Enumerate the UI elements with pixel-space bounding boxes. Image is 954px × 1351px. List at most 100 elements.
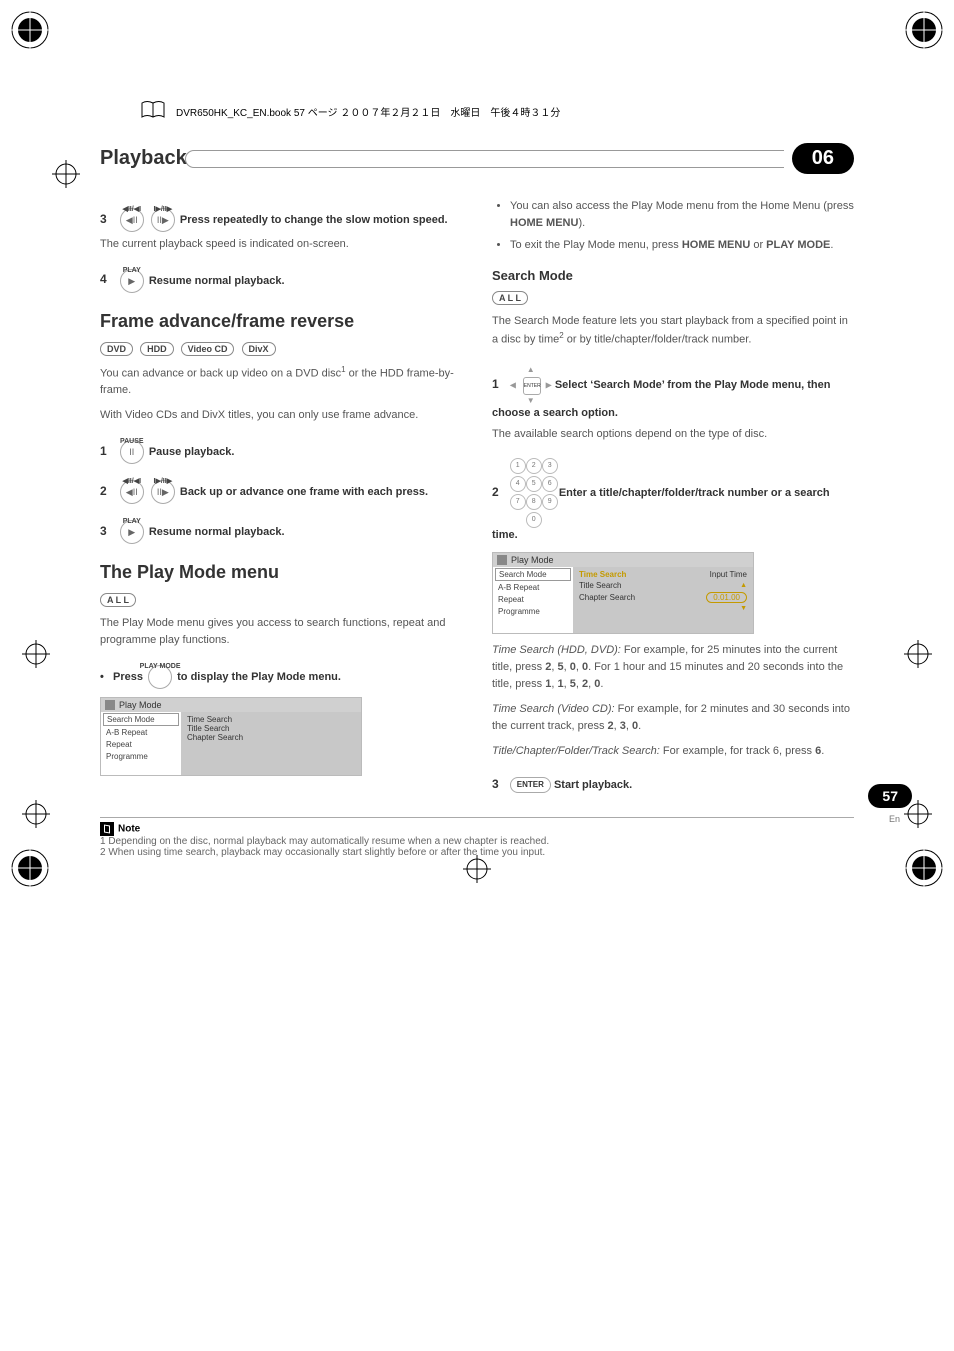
registration-mark-icon xyxy=(22,800,50,828)
book-icon xyxy=(140,100,166,123)
search-step-2: 2 123 456 789 0 Enter a title/chapter/fo… xyxy=(492,458,854,543)
play-mode-press: • Press PLAY MODE to display the Play Mo… xyxy=(100,665,462,689)
enter-button-icon: ENTER xyxy=(510,777,551,792)
step-number: 1 xyxy=(492,377,499,391)
step-text: Back up or advance one frame with each p… xyxy=(180,486,428,498)
step-3-slow: 3 ◀II/◀I ◀II I▶/II▶ II▶ Press repeatedly… xyxy=(100,208,462,232)
step-number: 2 xyxy=(100,484,107,498)
media-pill-videocd: Video CD xyxy=(181,342,235,356)
registration-mark-icon xyxy=(22,640,50,668)
step-number: 2 xyxy=(492,485,499,499)
menu-item-programme: Programme xyxy=(495,606,571,617)
menu-item-search-mode: Search Mode xyxy=(495,568,571,581)
heading-frame-advance: Frame advance/frame reverse xyxy=(100,311,462,332)
search-mode-menu-screenshot: Play Mode Search Mode A-B Repeat Repeat … xyxy=(492,552,754,634)
registration-mark-icon xyxy=(463,855,491,883)
step-text: Resume normal playback. xyxy=(149,526,285,538)
play-button-icon: PLAY ▶ xyxy=(120,520,144,544)
frame-reverse-button-icon: ◀II/◀I ◀II xyxy=(120,480,144,504)
notes: Note 1 Depending on the disc, normal pla… xyxy=(100,822,854,858)
example-track-search: Title/Chapter/Folder/Track Search: For e… xyxy=(492,743,854,760)
search-step-3: 3 ENTER Start playback. xyxy=(492,776,854,793)
section-title: Playback xyxy=(100,147,187,170)
left-column: 3 ◀II/◀I ◀II I▶/II▶ II▶ Press repeatedly… xyxy=(100,192,462,797)
page-language: En xyxy=(889,814,900,824)
step-4-play: 4 PLAY ▶ Resume normal playback. xyxy=(100,269,462,293)
submenu-time-search: Time Search xyxy=(187,715,355,724)
number-pad-icon: 123 456 789 0 xyxy=(510,458,556,528)
printer-mark-icon xyxy=(10,10,50,50)
submenu-chapter-search: Chapter Search xyxy=(187,733,355,742)
step-number: 3 xyxy=(100,212,107,226)
media-pill-divx: DivX xyxy=(242,342,276,356)
step-text: Pause playback. xyxy=(149,446,235,458)
title-divider xyxy=(199,150,784,168)
search-mode-paragraph: The Search Mode feature lets you start p… xyxy=(492,313,854,349)
ui-header: Play Mode xyxy=(101,698,361,712)
submenu-time-search-active: Time Search xyxy=(579,570,626,579)
registration-mark-icon xyxy=(904,640,932,668)
arrow-up-icon xyxy=(740,582,747,589)
note-1: 1 Depending on the disc, normal playback… xyxy=(100,836,854,847)
frame-advance-button-icon: I▶/II▶ II▶ xyxy=(151,480,175,504)
play-mode-button-icon: PLAY MODE xyxy=(148,665,172,689)
ui-header: Play Mode xyxy=(493,553,753,567)
frame-step-1: 1 PAUSE II Pause playback. xyxy=(100,440,462,464)
media-pill-all: A L L xyxy=(100,593,136,607)
media-pills: DVD HDD Video CD DivX xyxy=(100,342,462,356)
frame-paragraph-1: You can advance or back up video on a DV… xyxy=(100,364,462,400)
right-column: You can also access the Play Mode menu f… xyxy=(492,192,854,797)
example-time-search-dvd: Time Search (HDD, DVD): For example, for… xyxy=(492,642,854,693)
step-text: Resume normal playback. xyxy=(149,274,285,286)
printer-mark-icon xyxy=(10,848,50,888)
step-text: Press repeatedly to change the slow moti… xyxy=(180,214,448,226)
printer-mark-icon xyxy=(904,10,944,50)
play-mode-paragraph: The Play Mode menu gives you access to s… xyxy=(100,615,462,649)
media-pill-hdd: HDD xyxy=(140,342,174,356)
step-number: 1 xyxy=(100,444,107,458)
pause-button-icon: PAUSE II xyxy=(120,440,144,464)
bullet-play-mode-exit: To exit the Play Mode menu, press HOME M… xyxy=(510,237,854,254)
menu-item-repeat: Repeat xyxy=(103,739,179,750)
chapter-badge: 06 xyxy=(792,143,854,174)
play-mode-bullets: You can also access the Play Mode menu f… xyxy=(510,198,854,254)
menu-icon xyxy=(497,555,507,565)
step-number: 3 xyxy=(492,777,499,791)
section-header: Playback 06 xyxy=(100,143,854,174)
step-number: 3 xyxy=(100,524,107,538)
forward-slow-button-icon: I▶/II▶ II▶ xyxy=(151,208,175,232)
dpad-enter-icon: ▲▼◀▶ ENTER xyxy=(510,364,552,406)
menu-item-ab-repeat: A-B Repeat xyxy=(495,582,571,593)
note-icon xyxy=(100,822,114,836)
search-step-1-desc: The available search options depend on t… xyxy=(492,426,854,443)
menu-item-programme: Programme xyxy=(103,751,179,762)
step-3-slow-desc: The current playback speed is indicated … xyxy=(100,236,462,253)
book-header: DVR650HK_KC_EN.book 57 ページ ２００７年２月２１日 水曜… xyxy=(140,100,904,123)
page-number: 57 xyxy=(868,784,912,808)
book-header-text: DVR650HK_KC_EN.book 57 ページ ２００７年２月２１日 水曜… xyxy=(176,104,560,119)
frame-step-3: 3 PLAY ▶ Resume normal playback. xyxy=(100,520,462,544)
registration-mark-icon xyxy=(52,160,80,188)
media-pill-all: A L L xyxy=(492,291,528,305)
menu-item-search-mode: Search Mode xyxy=(103,713,179,726)
heading-search-mode: Search Mode xyxy=(492,268,854,283)
printer-mark-icon xyxy=(904,848,944,888)
menu-item-repeat: Repeat xyxy=(495,594,571,605)
input-time-label: Input Time xyxy=(710,570,747,579)
frame-step-2: 2 ◀II/◀I ◀II I▶/II▶ II▶ Back up or advan… xyxy=(100,480,462,504)
heading-play-mode: The Play Mode menu xyxy=(100,562,462,583)
submenu-chapter-search: Chapter Search xyxy=(579,593,635,602)
arrow-down-icon xyxy=(740,605,747,612)
example-time-search-vcd: Time Search (Video CD): For example, for… xyxy=(492,701,854,735)
frame-paragraph-2: With Video CDs and DivX titles, you can … xyxy=(100,407,462,424)
notes-separator xyxy=(100,817,854,818)
submenu-title-search: Title Search xyxy=(579,581,621,590)
step-number: 4 xyxy=(100,272,107,286)
submenu-title-search: Title Search xyxy=(187,724,355,733)
time-input: 0.01.00 xyxy=(706,592,747,603)
play-button-icon: PLAY ▶ xyxy=(120,269,144,293)
menu-item-ab-repeat: A-B Repeat xyxy=(103,727,179,738)
bullet-home-menu-open: You can also access the Play Mode menu f… xyxy=(510,198,854,231)
search-step-1: 1 ▲▼◀▶ ENTER Select ‘Search Mode’ from t… xyxy=(492,364,854,421)
play-mode-menu-screenshot: Play Mode Search Mode A-B Repeat Repeat … xyxy=(100,697,362,776)
